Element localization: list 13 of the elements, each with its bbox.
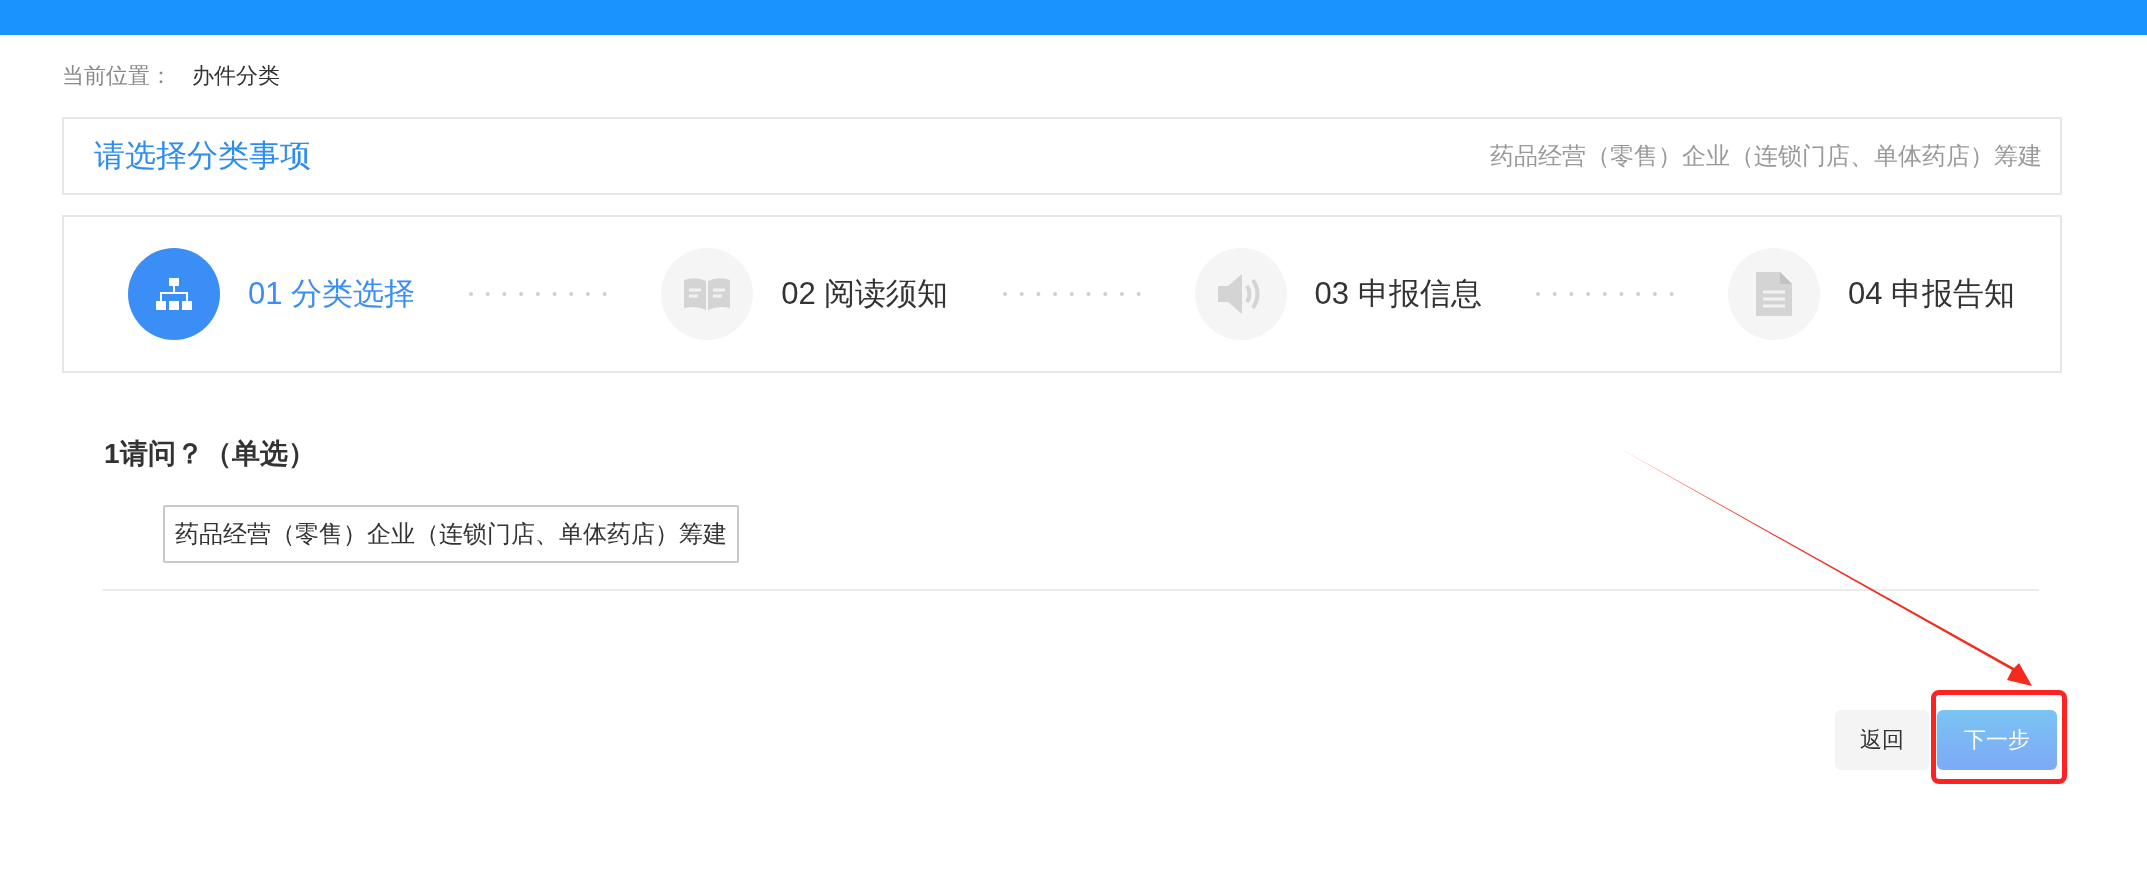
- step-label[interactable]: 02 阅读须知: [781, 273, 949, 315]
- step-label[interactable]: 04 申报告知: [1847, 273, 2015, 315]
- book-icon: [682, 276, 733, 312]
- selected-item-text: 药品经营（零售）企业（连锁门店、单体药店）筹建: [1490, 141, 2042, 171]
- step-label[interactable]: 03 申报信息: [1314, 273, 1482, 315]
- question-title: 1请问？（单选）: [104, 437, 317, 471]
- panel-title: 请选择分类事项: [94, 137, 311, 175]
- sitemap-icon: [154, 276, 194, 312]
- breadcrumb-label: 当前位置：: [62, 62, 172, 90]
- back-button[interactable]: 返回: [1835, 710, 1929, 770]
- document-icon: [1753, 270, 1794, 318]
- breadcrumb-current[interactable]: 办件分类: [192, 61, 280, 91]
- option-button[interactable]: 药品经营（零售）企业（连锁门店、单体药店）筹建: [163, 505, 739, 563]
